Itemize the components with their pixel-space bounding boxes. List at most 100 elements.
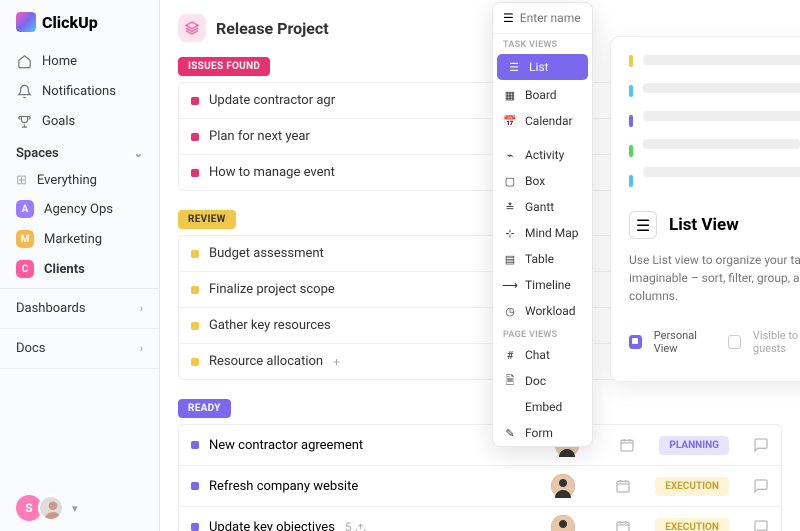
comment-icon[interactable] [753, 437, 769, 453]
task-title: Finalize project scope [209, 282, 335, 297]
space-name: Agency Ops [44, 202, 113, 217]
view-option-timeline[interactable]: ⟶Timeline [493, 272, 592, 298]
space-badge: M [16, 230, 34, 248]
section-badge-ready[interactable]: READY [178, 399, 231, 418]
spaces-label: Spaces [16, 146, 59, 161]
view-option-calendar[interactable]: 📅Calendar [493, 108, 592, 134]
nav-home-label: Home [42, 54, 77, 69]
view-name-input[interactable] [520, 11, 580, 25]
section-badge-review[interactable]: REVIEW [178, 210, 236, 229]
chevron-down-icon: ⌄ [134, 147, 143, 160]
view-option-activity[interactable]: ⌁ Activity [493, 142, 592, 168]
view-option-label: Gantt [525, 200, 554, 214]
workload-icon: ◷ [503, 304, 517, 318]
task-tag[interactable]: PLANNING [659, 436, 729, 455]
view-option-mind-map[interactable]: ⊹ Mind Map [493, 220, 592, 246]
view-option-table[interactable]: ▤Table [493, 246, 592, 272]
view-option-box[interactable]: ▢Box [493, 168, 592, 194]
preview-description: Use List view to organize your tasks in … [629, 251, 800, 305]
nav-goals-label: Goals [42, 114, 75, 129]
personal-view-checkbox[interactable] [629, 335, 642, 349]
chevron-down-icon: ▾ [72, 502, 78, 515]
comment-icon[interactable] [753, 519, 769, 531]
nav-docs-label: Docs [16, 341, 45, 356]
visible-guests-checkbox[interactable] [728, 335, 741, 349]
view-option-board[interactable]: ▦ Board [493, 82, 592, 108]
brand-logo[interactable]: ClickUp [0, 12, 159, 46]
comment-icon[interactable] [753, 478, 769, 494]
chevron-right-icon: › [140, 342, 143, 355]
view-option-gantt[interactable]: ≛ Gantt [493, 194, 592, 220]
view-option-workload[interactable]: ◷ Workload [493, 298, 592, 324]
view-option-label: Chat [525, 348, 550, 362]
space-everything[interactable]: ⊞ Everything [0, 167, 159, 194]
task-tag[interactable]: EXECUTION [655, 518, 729, 531]
view-option-chat[interactable]: #Chat [493, 342, 592, 368]
user-switcher[interactable]: S ▾ [16, 495, 78, 521]
section-ready: READY New contractor agreement PLANNING … [178, 396, 782, 531]
nav-docs[interactable]: Docs › [0, 329, 159, 369]
assignee-avatar[interactable] [551, 474, 575, 498]
activity-icon: ⌁ [503, 148, 517, 162]
grid-icon: ⊞ [16, 173, 27, 188]
view-option-label: Form [525, 426, 553, 440]
sidebar: ClickUp Home Notifications Goals Spaces … [0, 0, 160, 531]
view-option-label: Board [525, 88, 557, 102]
mind-map-icon: ⊹ [503, 226, 517, 240]
board-icon: ▦ [503, 88, 517, 102]
space-item-agency-ops[interactable]: AAgency Ops [0, 194, 159, 224]
status-dot [191, 482, 199, 490]
task-row[interactable]: Update key objectives5 EXECUTION [179, 507, 781, 531]
view-option-form[interactable]: ✎ Form [493, 420, 592, 446]
nav-notifications[interactable]: Notifications [0, 76, 159, 106]
view-option-label: Workload [525, 304, 576, 318]
view-option-list[interactable]: ☰ List [497, 54, 588, 80]
personal-view-label: Personal View [654, 329, 716, 355]
calendar-icon[interactable] [615, 478, 631, 494]
nav-home[interactable]: Home [0, 46, 159, 76]
section-badge-issues[interactable]: ISSUES FOUND [178, 57, 270, 76]
gantt-icon: ≛ [503, 200, 517, 214]
space-item-marketing[interactable]: MMarketing [0, 224, 159, 254]
calendar-icon[interactable] [615, 519, 631, 531]
nav-dashboards[interactable]: Dashboards › [0, 289, 159, 329]
calendar-icon[interactable] [619, 437, 635, 453]
view-option-doc[interactable]: 🗎Doc [493, 368, 592, 394]
nav-goals[interactable]: Goals [0, 106, 159, 136]
view-option-label: Activity [525, 148, 564, 162]
task-title: Resource allocation [209, 354, 323, 369]
assignee-avatar[interactable] [551, 515, 575, 531]
trophy-icon [16, 113, 32, 129]
nav-notifications-label: Notifications [42, 84, 116, 99]
list-icon: ☰ [507, 60, 521, 74]
task-title: Budget assessment [209, 246, 324, 261]
status-dot [191, 133, 199, 141]
add-subtask-icon[interactable]: + [333, 355, 340, 369]
user-avatar-photo [38, 495, 64, 521]
task-views-label: TASK VIEWS [493, 34, 592, 52]
timeline-icon: ⟶ [503, 278, 517, 292]
task-row[interactable]: Refresh company website EXECUTION [179, 466, 781, 507]
task-title: Refresh company website [209, 479, 358, 494]
view-option-label: Mind Map [525, 226, 579, 240]
nav-dashboards-label: Dashboards [16, 301, 86, 316]
form-icon: ✎ [503, 426, 517, 440]
space-everything-label: Everything [37, 173, 97, 188]
task-tag[interactable]: EXECUTION [655, 477, 729, 496]
space-name: Clients [44, 262, 85, 277]
table-icon: ▤ [503, 252, 517, 266]
bell-icon [16, 83, 32, 99]
spaces-header[interactable]: Spaces ⌄ [0, 136, 159, 167]
task-title: New contractor agreement [209, 438, 363, 453]
task-title: Update key objectives [209, 520, 335, 531]
view-option-embed[interactable]: Embed [493, 394, 592, 420]
status-dot [191, 169, 199, 177]
preview-skeleton [629, 55, 800, 191]
space-item-clients[interactable]: CClients [0, 254, 159, 284]
doc-icon: 🗎 [503, 374, 517, 388]
view-option-label: List [529, 60, 549, 74]
view-option-label: Box [525, 174, 545, 188]
task-title: How to manage event [209, 165, 335, 180]
task-row[interactable]: New contractor agreement PLANNING [179, 425, 781, 466]
list-view-icon: ☰ [629, 211, 657, 239]
